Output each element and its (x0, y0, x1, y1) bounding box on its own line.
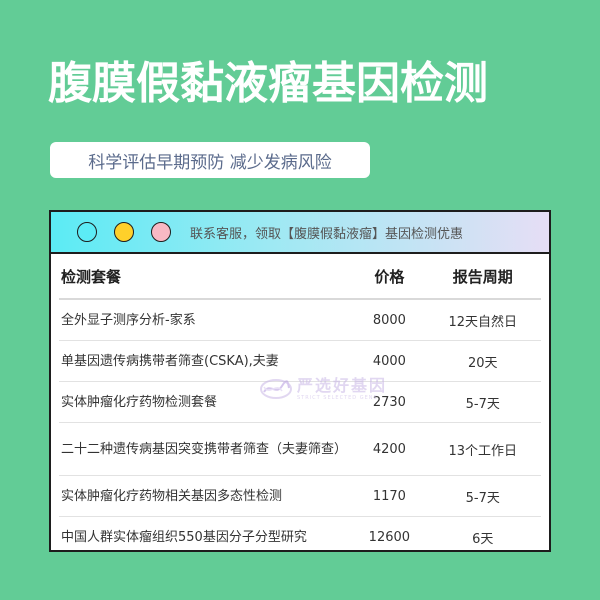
customer-service-notice[interactable]: 联系客服，领取【腹膜假黏液瘤】基因检测优惠 (190, 223, 463, 242)
table-row[interactable]: 二十二种遗传病基因突变携带者筛查（夫妻筛查） 4200 13个工作日 (59, 422, 541, 476)
pink-dot-icon (151, 222, 171, 242)
row-package-name: 二十二种遗传病基因突变携带者筛查（夫妻筛查） (59, 422, 355, 476)
row-package-name: 实体肿瘤化疗药物检测套餐 (59, 381, 355, 423)
row-package-name: 实体肿瘤化疗药物相关基因多态性检测 (59, 475, 355, 517)
table-row[interactable]: 单基因遗传病携带者筛查(CSKA),夫妻 4000 20天 (59, 340, 541, 382)
table-row[interactable]: 全外显子测序分析-家系 8000 12天自然日 (59, 299, 541, 341)
row-price: 4200 (354, 422, 425, 476)
row-package-name: 全外显子测序分析-家系 (59, 299, 355, 341)
subtitle-text: 科学评估早期预防 减少发病风险 (88, 152, 332, 173)
header-package: 检测套餐 (59, 254, 355, 300)
row-period: 5-7天 (424, 381, 541, 423)
table-row[interactable]: 实体肿瘤化疗药物相关基因多态性检测 1170 5-7天 (59, 475, 541, 517)
table-row[interactable]: 中国人群实体瘤组织550基因分子分型研究 12600 6天 (59, 517, 541, 551)
row-price: 4000 (354, 340, 425, 382)
row-package-name: 中国人群实体瘤组织550基因分子分型研究 (61, 529, 307, 545)
price-table: 检测套餐 价格 报告周期 全外显子测序分析-家系 8000 12天自然日 单基因… (59, 254, 541, 551)
row-period: 5-7天 (424, 475, 541, 517)
yellow-dot-icon (114, 222, 134, 242)
row-period: 20天 (424, 340, 541, 382)
row-period: 12天自然日 (424, 299, 541, 341)
table-header-row: 检测套餐 价格 报告周期 (59, 254, 541, 300)
row-package-name: 单基因遗传病携带者筛查(CSKA),夫妻 (59, 340, 355, 382)
header-period: 报告周期 (424, 254, 541, 300)
row-price: 1170 (354, 475, 425, 517)
row-period: 13个工作日 (424, 422, 541, 476)
row-price: 8000 (354, 299, 425, 341)
cyan-dot-icon (77, 222, 97, 242)
row-price: 2730 (354, 381, 425, 423)
table-row[interactable]: 实体肿瘤化疗药物检测套餐 2730 5-7天 (59, 381, 541, 423)
card-header: 联系客服，领取【腹膜假黏液瘤】基因检测优惠 (51, 212, 549, 254)
row-period: 6天 (472, 531, 494, 547)
table-wrapper: 检测套餐 价格 报告周期 全外显子测序分析-家系 8000 12天自然日 单基因… (51, 254, 549, 551)
row-price: 12600 (368, 529, 411, 545)
price-card: 联系客服，领取【腹膜假黏液瘤】基因检测优惠 检测套餐 价格 报告周期 全外显子测… (49, 210, 551, 552)
header-price: 价格 (354, 254, 425, 300)
subtitle-banner: 科学评估早期预防 减少发病风险 (50, 142, 370, 178)
page-title: 腹膜假黏液瘤基因检测 (48, 58, 488, 109)
